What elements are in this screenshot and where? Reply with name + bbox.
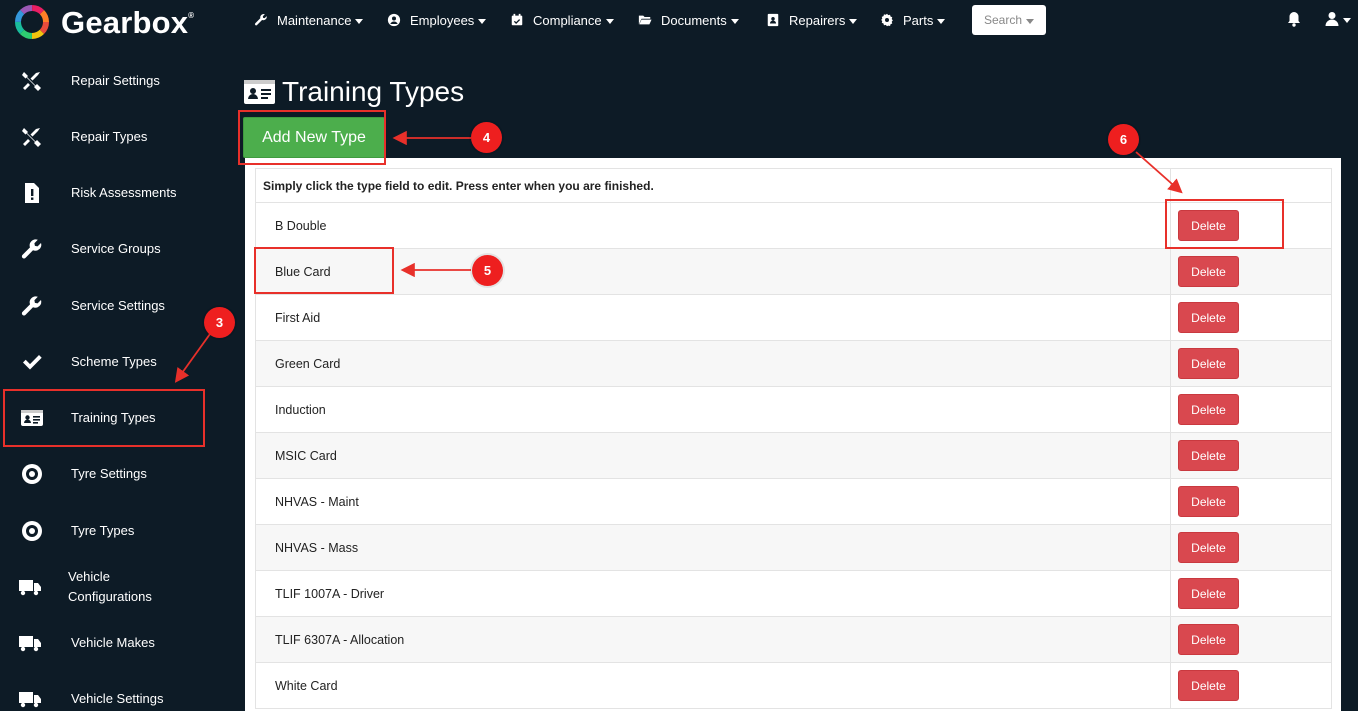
sidebar-item-repair-types[interactable]: Repair Types	[0, 109, 232, 165]
calendar-check-icon	[511, 13, 523, 26]
training-type-name-field[interactable]: NHVAS - Maint	[255, 478, 1171, 525]
address-book-icon	[767, 13, 779, 27]
annotation-badge-6: 6	[1108, 124, 1139, 155]
table-row: TLIF 6307A - Allocation Delete	[255, 616, 1332, 663]
caret-down-icon	[1343, 17, 1351, 23]
highlight-training-types	[3, 389, 205, 447]
training-type-name-field[interactable]: White Card	[255, 662, 1171, 709]
sidebar-item-risk-assessments[interactable]: Risk Assessments	[0, 165, 232, 221]
page-title: Training Types	[282, 76, 465, 107]
training-type-name-field[interactable]: Induction	[255, 386, 1171, 433]
tools-icon	[18, 67, 46, 95]
delete-button[interactable]: Delete	[1178, 440, 1239, 471]
table-row: TLIF 1007A - Driver Delete	[255, 570, 1332, 617]
caret-down-icon	[605, 18, 614, 24]
highlight-delete-button	[1165, 199, 1284, 249]
nav-parts[interactable]: Parts	[880, 11, 946, 29]
search-dropdown-button[interactable]: Search	[972, 5, 1046, 35]
training-type-name-field[interactable]: TLIF 1007A - Driver	[255, 570, 1171, 617]
delete-button[interactable]: Delete	[1178, 348, 1239, 379]
delete-button[interactable]: Delete	[1178, 624, 1239, 655]
training-type-name-field[interactable]: MSIC Card	[255, 432, 1171, 479]
training-type-name-field[interactable]: First Aid	[255, 294, 1171, 341]
sidebar-item-tyre-types[interactable]: Tyre Types	[0, 503, 232, 559]
table-row: MSIC Card Delete	[255, 432, 1332, 479]
delete-button[interactable]: Delete	[1178, 532, 1239, 563]
table-instruction: Simply click the type field to edit. Pre…	[255, 168, 1171, 203]
delete-button[interactable]: Delete	[1178, 302, 1239, 333]
tyre-icon	[18, 517, 46, 545]
sidebar-item-repair-settings[interactable]: Repair Settings	[0, 53, 232, 109]
sidebar-item-service-settings[interactable]: Service Settings	[0, 278, 232, 334]
caret-down-icon	[1026, 18, 1035, 24]
table-row: First Aid Delete	[255, 294, 1332, 341]
annotation-badge-5: 5	[472, 255, 503, 286]
app-name: Gearbox®	[61, 5, 195, 40]
caret-down-icon	[937, 18, 946, 24]
table-row: White Card Delete	[255, 662, 1332, 709]
table-row: Blue Card Delete	[255, 248, 1332, 295]
delete-button[interactable]: Delete	[1178, 486, 1239, 517]
check-icon	[18, 348, 46, 376]
caret-down-icon	[355, 18, 364, 24]
sidebar-item-scheme-types[interactable]: Scheme Types	[0, 334, 232, 390]
folder-open-icon	[638, 15, 652, 25]
settings-sidebar: Repair Settings Repair Types Risk Assess…	[0, 42, 232, 711]
delete-button[interactable]: Delete	[1178, 578, 1239, 609]
training-type-name-field[interactable]: TLIF 6307A - Allocation	[255, 616, 1171, 663]
caret-down-icon	[849, 18, 858, 24]
wrench-icon	[18, 292, 46, 320]
nav-repairers[interactable]: Repairers	[766, 11, 858, 29]
tyre-icon	[18, 460, 46, 488]
annotation-badge-3: 3	[204, 307, 235, 338]
truck-icon	[16, 629, 44, 657]
id-card-icon	[244, 80, 275, 104]
table-row: NHVAS - Mass Delete	[255, 524, 1332, 571]
delete-button[interactable]: Delete	[1178, 256, 1239, 287]
table-row: Green Card Delete	[255, 340, 1332, 387]
table-row: Induction Delete	[255, 386, 1332, 433]
user-circle-icon	[387, 13, 401, 27]
wrench-icon	[254, 14, 267, 26]
highlight-add-button	[238, 110, 386, 165]
annotation-badge-4: 4	[471, 122, 502, 153]
table-row: NHVAS - Maint Delete	[255, 478, 1332, 525]
top-navbar: Gearbox® Maintenance Employees Complianc…	[0, 0, 1358, 42]
gearbox-logo[interactable]: Gearbox®	[14, 4, 204, 40]
caret-down-icon	[478, 18, 487, 24]
file-exclamation-icon	[18, 179, 46, 207]
training-type-name-field[interactable]: B Double	[255, 202, 1171, 249]
table-instruction-row: Simply click the type field to edit. Pre…	[255, 168, 1332, 203]
sidebar-item-service-groups[interactable]: Service Groups	[0, 221, 232, 277]
highlight-blue-card	[254, 247, 394, 294]
training-type-name-field[interactable]: Green Card	[255, 340, 1171, 387]
sidebar-label-line-1: Vehicle	[68, 569, 110, 584]
sidebar-item-vehicle-makes[interactable]: Vehicle Makes	[0, 615, 232, 671]
tools-icon	[18, 123, 46, 151]
logo-ring-icon	[15, 5, 49, 39]
wrench-icon	[18, 235, 46, 263]
main-content: Training Types Add New Type Simply click…	[232, 42, 1358, 711]
user-icon	[1325, 12, 1339, 26]
gear-icon	[881, 13, 893, 27]
sidebar-item-tyre-settings[interactable]: Tyre Settings	[0, 446, 232, 502]
caret-down-icon	[730, 18, 739, 24]
nav-maintenance[interactable]: Maintenance	[254, 11, 364, 29]
delete-button[interactable]: Delete	[1178, 670, 1239, 701]
training-type-name-field[interactable]: NHVAS - Mass	[255, 524, 1171, 571]
user-menu[interactable]	[1325, 11, 1351, 27]
delete-button[interactable]: Delete	[1178, 394, 1239, 425]
training-types-table: Simply click the type field to edit. Pre…	[255, 168, 1332, 709]
nav-compliance[interactable]: Compliance	[510, 11, 614, 29]
nav-documents[interactable]: Documents	[638, 11, 739, 29]
truck-icon	[16, 685, 44, 711]
truck-icon	[16, 573, 44, 601]
nav-employees[interactable]: Employees	[387, 11, 487, 29]
sidebar-item-vehicle-settings[interactable]: Vehicle Settings	[0, 671, 232, 711]
bell-icon[interactable]	[1287, 11, 1301, 27]
sidebar-label-line-2: Configurations	[68, 589, 152, 604]
sidebar-item-vehicle-configurations[interactable]: Vehicle Configurations	[0, 559, 232, 615]
